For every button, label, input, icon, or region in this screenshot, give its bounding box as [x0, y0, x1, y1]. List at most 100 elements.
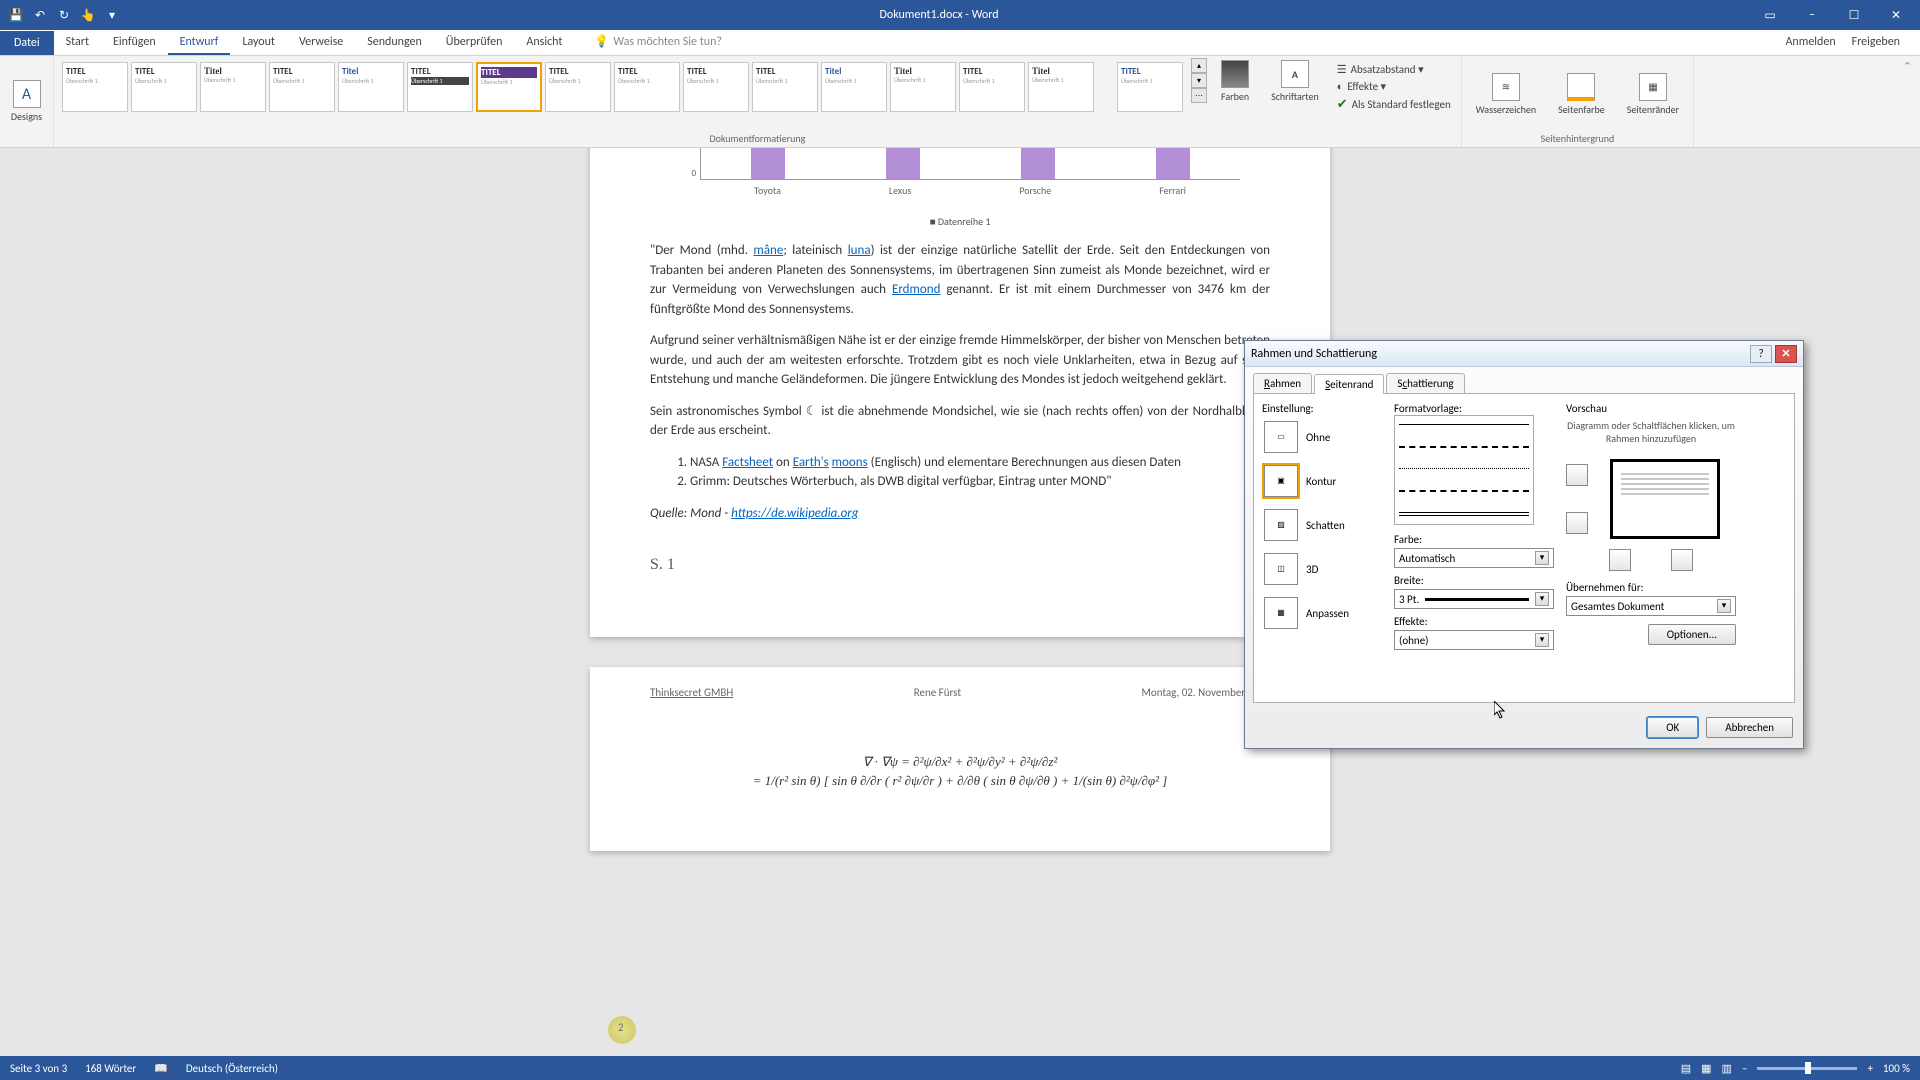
style-item[interactable]: TITELÜberschrift 1 [1117, 62, 1183, 112]
group-seitenhg-label: Seitenhintergrund [1541, 130, 1615, 145]
link-erdmond[interactable]: Erdmond [892, 282, 940, 297]
redo-icon[interactable]: ↻ [54, 5, 74, 25]
zoom-slider[interactable] [1757, 1067, 1857, 1070]
color-combo[interactable]: Automatisch▾ [1394, 548, 1554, 568]
ok-button[interactable]: OK [1647, 717, 1698, 738]
preview-bottom-button[interactable] [1566, 512, 1588, 534]
close-icon[interactable]: ✕ [1876, 5, 1916, 25]
save-icon[interactable]: 💾 [6, 5, 26, 25]
tell-me-placeholder: Was möchten Sie tun? [613, 35, 722, 49]
preview-box[interactable] [1610, 459, 1720, 539]
tab-schattierung[interactable]: Schattierung [1386, 373, 1464, 393]
tab-seitenrand[interactable]: Seitenrand [1314, 374, 1384, 394]
setting-anpassen[interactable]: ▦Anpassen [1262, 595, 1382, 631]
designs-button[interactable]: ADesigns [3, 78, 50, 125]
sign-in-link[interactable]: Anmelden [1785, 35, 1835, 49]
tab-verweise[interactable]: Verweise [287, 31, 355, 55]
style-item[interactable]: TITELÜberschrift 1 [131, 62, 197, 112]
preview-right-button[interactable] [1671, 549, 1693, 571]
style-gallery[interactable]: TITELÜberschrift 1 TITELÜberschrift 1 Ti… [60, 58, 1185, 116]
chevron-down-icon[interactable]: ▾ [1717, 599, 1731, 613]
tab-rahmen[interactable]: Rahmen [1253, 373, 1312, 393]
width-combo[interactable]: 3 Pt.▾ [1394, 589, 1554, 609]
seitenraender-button[interactable]: ▦Seitenränder [1619, 71, 1687, 118]
style-item[interactable]: TITELÜberschrift 1 [683, 62, 749, 112]
preview-top-button[interactable] [1566, 464, 1588, 486]
apply-to-combo[interactable]: Gesamtes Dokument▾ [1566, 596, 1736, 616]
line-style-list[interactable] [1394, 415, 1534, 525]
view-print-icon[interactable]: ▦ [1701, 1062, 1711, 1075]
maximize-icon[interactable]: ☐ [1834, 5, 1874, 25]
style-item[interactable]: TITELÜberschrift 1 [614, 62, 680, 112]
tab-ansicht[interactable]: Ansicht [514, 31, 574, 55]
style-item[interactable]: TITELÜberschrift 1 [752, 62, 818, 112]
setting-schatten[interactable]: ▨Schatten [1262, 507, 1382, 543]
preview-left-button[interactable] [1609, 549, 1631, 571]
touch-mode-icon[interactable]: 👆 [78, 5, 98, 25]
chevron-down-icon[interactable]: ▾ [1535, 592, 1549, 606]
chart-bar [886, 148, 920, 179]
gallery-down-icon[interactable]: ▾ [1191, 73, 1207, 88]
tab-file[interactable]: Datei [0, 31, 54, 55]
abbrechen-button[interactable]: Abbrechen [1706, 717, 1793, 738]
absatzabstand-button[interactable]: ☰ Absatzabstand ▾ [1333, 62, 1455, 77]
view-read-icon[interactable]: ▤ [1681, 1062, 1691, 1075]
status-language[interactable]: Deutsch (Österreich) [186, 1062, 278, 1075]
zoom-out-icon[interactable]: – [1742, 1062, 1747, 1075]
setting-ohne[interactable]: ▭Ohne [1262, 419, 1382, 455]
share-button[interactable]: Freigeben [1852, 35, 1900, 49]
style-item[interactable]: TITELÜberschrift 1 [545, 62, 611, 112]
tab-entwurf[interactable]: Entwurf [168, 31, 231, 55]
status-words[interactable]: 168 Wörter [85, 1062, 136, 1075]
schriftarten-button[interactable]: ASchriftarten [1263, 58, 1327, 105]
tab-layout[interactable]: Layout [230, 31, 287, 55]
tab-start[interactable]: Start [54, 31, 101, 55]
zoom-in-icon[interactable]: + [1867, 1062, 1872, 1075]
qat-customize-icon[interactable]: ▾ [102, 5, 122, 25]
effekte-button[interactable]: ◐ Effekte ▾ [1333, 79, 1455, 94]
tab-einfuegen[interactable]: Einfügen [101, 31, 168, 55]
dialog-help-icon[interactable]: ? [1750, 345, 1772, 363]
style-item[interactable]: TITELÜberschrift 1 [269, 62, 335, 112]
undo-icon[interactable]: ↶ [30, 5, 50, 25]
farben-button[interactable]: Farben [1213, 58, 1257, 105]
status-proofing-icon[interactable]: 📖 [154, 1062, 168, 1075]
tab-sendungen[interactable]: Sendungen [355, 31, 434, 55]
setting-kontur[interactable]: ▣Kontur [1262, 463, 1382, 499]
style-item[interactable]: TITELÜberschrift 1 [407, 62, 473, 112]
link-earths[interactable]: Earth's [793, 455, 829, 470]
style-item[interactable]: TitelÜberschrift 1 [890, 62, 956, 112]
style-item[interactable]: TITELÜberschrift 1 [959, 62, 1025, 112]
link-luna[interactable]: luna [848, 243, 871, 258]
chevron-down-icon[interactable]: ▾ [1535, 633, 1549, 647]
effekte-combo[interactable]: (ohne)▾ [1394, 630, 1554, 650]
view-web-icon[interactable]: ▥ [1722, 1062, 1732, 1075]
dialog-close-icon[interactable]: ✕ [1775, 345, 1797, 363]
dialog-titlebar[interactable]: Rahmen und Schattierung ? ✕ [1245, 341, 1803, 367]
ribbon-options-icon[interactable]: ▭ [1750, 5, 1790, 25]
seitenfarbe-button[interactable]: Seitenfarbe [1550, 71, 1613, 118]
style-item[interactable]: TitelÜberschrift 1 [338, 62, 404, 112]
als-standard-button[interactable]: ✔ Als Standard festlegen [1333, 96, 1455, 113]
style-item[interactable]: TITELÜberschrift 1 [62, 62, 128, 112]
optionen-button[interactable]: Optionen... [1648, 624, 1736, 645]
status-page[interactable]: Seite 3 von 3 [10, 1062, 67, 1075]
zoom-level[interactable]: 100 % [1883, 1062, 1910, 1075]
wasserzeichen-button[interactable]: ≋Wasserzeichen [1468, 71, 1544, 118]
chevron-down-icon[interactable]: ▾ [1535, 551, 1549, 565]
tell-me-search[interactable]: 💡 Was möchten Sie tun? [594, 34, 722, 55]
style-item[interactable]: TitelÜberschrift 1 [200, 62, 266, 112]
gallery-more-icon[interactable]: ⋯ [1191, 88, 1207, 103]
setting-3d[interactable]: ◫3D [1262, 551, 1382, 587]
link-factsheet[interactable]: Factsheet [722, 455, 773, 470]
collapse-ribbon-icon[interactable]: ⌃ [1895, 56, 1920, 147]
tab-ueberpruefen[interactable]: Überprüfen [434, 31, 515, 55]
style-item[interactable]: TitelÜberschrift 1 [1028, 62, 1094, 112]
minimize-icon[interactable]: – [1792, 5, 1832, 25]
style-item[interactable]: TitelÜberschrift 1 [821, 62, 887, 112]
link-moons[interactable]: moons [832, 455, 868, 470]
gallery-up-icon[interactable]: ▴ [1191, 58, 1207, 73]
link-mane[interactable]: mâne [753, 243, 783, 258]
link-wikipedia[interactable]: https://de.wikipedia.org [731, 506, 858, 521]
style-item-selected[interactable]: TITELÜberschrift 1 [476, 62, 542, 112]
